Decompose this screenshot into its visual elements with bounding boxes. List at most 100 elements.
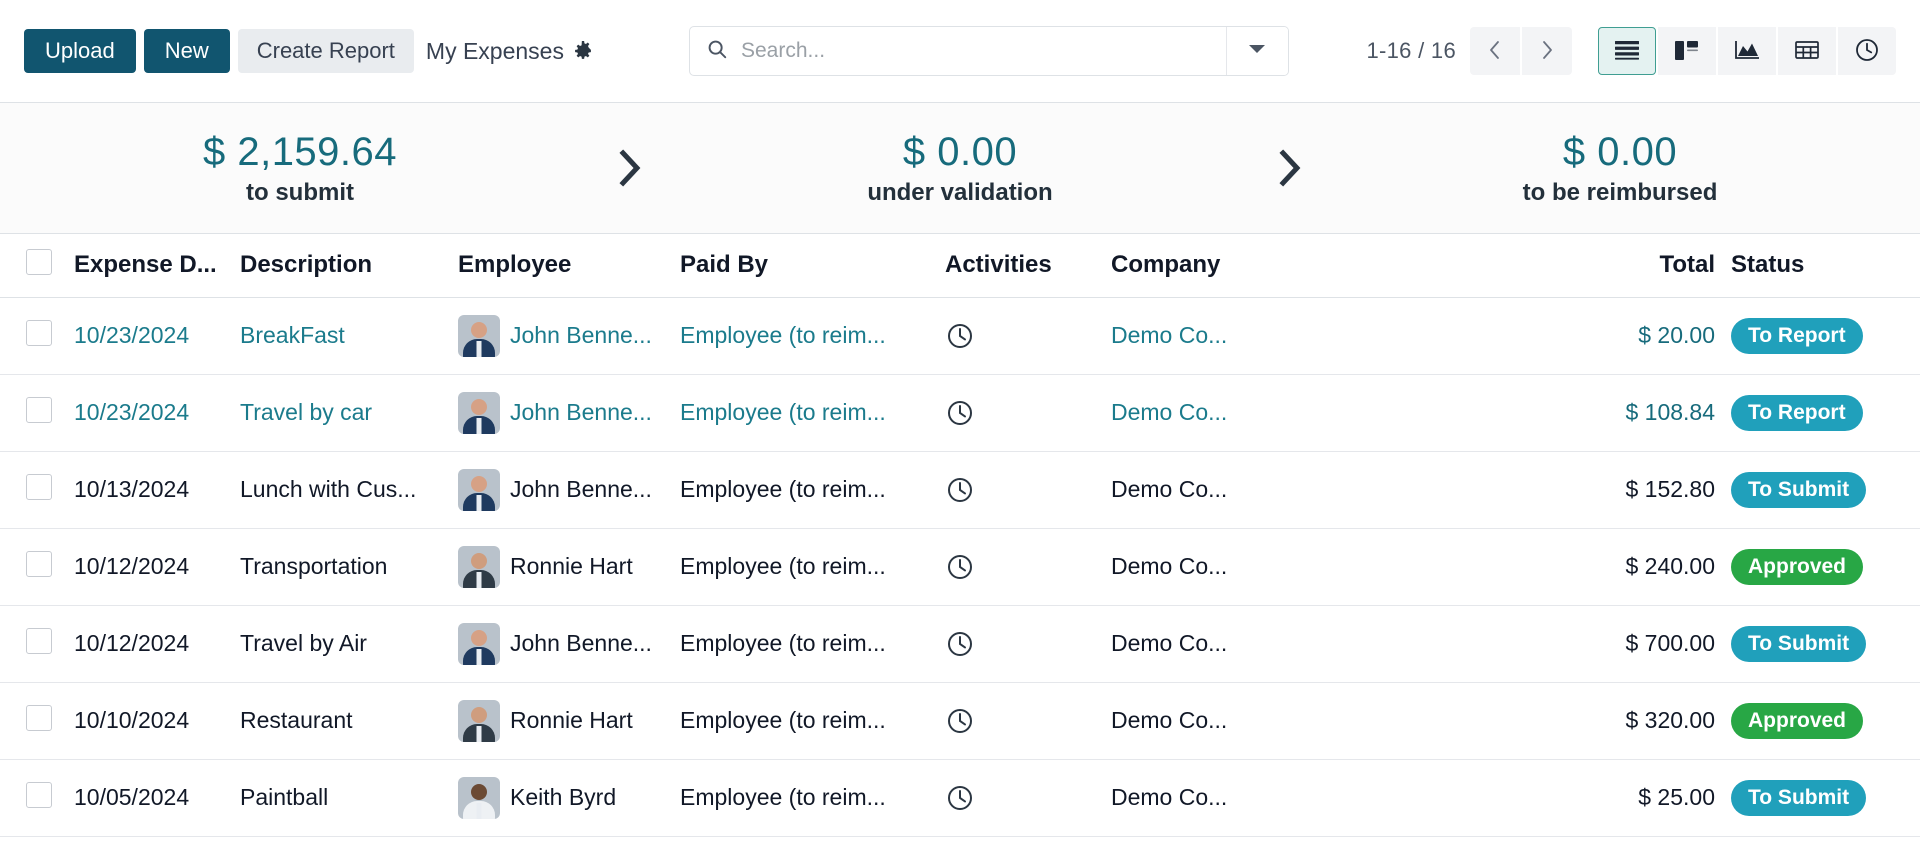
summary-to-be-reimbursed[interactable]: $ 0.00 to be reimbursed	[1320, 129, 1920, 207]
employee-name: Ronnie Hart	[510, 553, 633, 579]
table-body: 10/23/2024 BreakFast John Benne... Employee…	[0, 297, 1920, 837]
column-header-activities[interactable]: Activities	[937, 234, 1103, 298]
clock-icon[interactable]	[945, 552, 1095, 582]
cell-activities[interactable]	[937, 528, 1103, 606]
row-checkbox[interactable]	[26, 550, 52, 577]
cell-total: $ 108.84	[1533, 374, 1723, 452]
column-header-employee[interactable]: Employee	[450, 234, 672, 298]
search-icon	[706, 38, 728, 65]
search-bar[interactable]	[688, 26, 1289, 76]
row-select-cell	[0, 759, 66, 837]
cell-activities[interactable]	[937, 451, 1103, 529]
summary-amount: $ 2,159.64	[202, 130, 398, 174]
cell-description: Travel by Air	[232, 605, 450, 683]
upload-button[interactable]: Upload	[24, 29, 136, 73]
clock-icon[interactable]	[945, 629, 1095, 659]
status-badge: To Submit	[1731, 471, 1867, 508]
cell-total: $ 20.00	[1533, 297, 1723, 375]
toolbar-actions: Upload New Create Report	[24, 29, 414, 73]
cell-expense-date: 10/12/2024	[66, 605, 232, 683]
avatar	[458, 622, 500, 665]
cell-expense-date: 10/23/2024	[66, 374, 232, 452]
table-row[interactable]: 10/23/2024 Travel by car John Benne... Empl…	[0, 374, 1920, 452]
cell-employee: John Benne...	[450, 451, 672, 529]
status-badge: To Submit	[1731, 779, 1867, 816]
row-checkbox[interactable]	[26, 473, 52, 500]
column-header-description[interactable]: Description	[232, 234, 450, 298]
kanban-view-icon	[1674, 39, 1700, 64]
pivot-view-icon	[1794, 39, 1820, 64]
summary-label: to submit	[246, 179, 354, 206]
cell-activities[interactable]	[937, 605, 1103, 683]
cell-activities[interactable]	[937, 297, 1103, 375]
summary-to-submit[interactable]: $ 2,159.64 to submit	[0, 129, 600, 207]
chevron-left-icon	[1487, 38, 1503, 65]
cell-company: Demo Co...	[1103, 759, 1533, 837]
status-badge: To Report	[1731, 317, 1863, 354]
table-row[interactable]: 10/23/2024 BreakFast John Benne... Employee…	[0, 297, 1920, 375]
row-checkbox[interactable]	[26, 781, 52, 808]
cell-company: Demo Co...	[1103, 297, 1533, 375]
clock-icon[interactable]	[945, 398, 1095, 428]
table-row[interactable]: 10/10/2024 Restaurant Ronnie Hart Employee …	[0, 682, 1920, 760]
summary-amount: $ 0.00	[1562, 130, 1678, 174]
new-button[interactable]: New	[143, 29, 230, 73]
clock-icon[interactable]	[945, 321, 1095, 351]
page-title: My Expenses	[425, 37, 564, 64]
expense-list: Expense D... Description Employee Paid B…	[0, 234, 1920, 864]
employee-name: Keith Byrd	[510, 784, 617, 810]
view-button-kanban[interactable]	[1658, 27, 1716, 75]
row-checkbox[interactable]	[26, 627, 52, 654]
select-all-header	[0, 234, 66, 298]
column-header-paid-by[interactable]: Paid By	[672, 234, 937, 298]
view-button-pivot[interactable]	[1778, 27, 1836, 75]
control-panel-right: 1-16 / 16	[1366, 27, 1896, 75]
cell-description: BreakFast	[232, 297, 450, 375]
gear-icon[interactable]	[573, 41, 593, 61]
pager-next-button[interactable]	[1522, 27, 1572, 75]
summary-under-validation[interactable]: $ 0.00 under validation	[660, 129, 1260, 207]
table-row[interactable]: 10/05/2024 Paintball Keith Byrd Employee (t…	[0, 759, 1920, 837]
row-checkbox[interactable]	[26, 396, 52, 423]
cell-paid-by: Employee (to reim...	[672, 374, 937, 452]
create-report-button[interactable]: Create Report	[237, 29, 414, 73]
clock-icon[interactable]	[945, 783, 1095, 813]
search-field[interactable]	[690, 27, 1226, 75]
column-header-expense-date[interactable]: Expense D...	[66, 234, 232, 298]
cell-description: Restaurant	[232, 682, 450, 760]
pager-previous-button[interactable]	[1470, 27, 1520, 75]
cell-paid-by: Employee (to reim...	[672, 759, 937, 837]
graph-view-icon	[1734, 39, 1760, 64]
table-header-row: Expense D... Description Employee Paid B…	[0, 234, 1920, 298]
cell-paid-by: Employee (to reim...	[672, 682, 937, 760]
expense-table: Expense D... Description Employee Paid B…	[0, 234, 1920, 837]
cell-status: To Submit	[1723, 451, 1920, 529]
clock-icon[interactable]	[945, 706, 1095, 736]
column-header-company[interactable]: Company	[1103, 234, 1533, 298]
cell-activities[interactable]	[937, 374, 1103, 452]
table-row[interactable]: 10/12/2024 Transportation Ronnie Hart Emplo…	[0, 528, 1920, 606]
view-button-list[interactable]	[1598, 27, 1656, 75]
search-input[interactable]	[740, 39, 1210, 63]
table-row[interactable]: 10/13/2024 Lunch with Cus... John Benne...…	[0, 451, 1920, 529]
search-dropdown-toggle[interactable]	[1225, 27, 1288, 75]
cell-total: $ 320.00	[1533, 682, 1723, 760]
row-checkbox[interactable]	[26, 319, 52, 346]
column-header-status[interactable]: Status	[1723, 234, 1920, 298]
cell-activities[interactable]	[937, 682, 1103, 760]
row-select-cell	[0, 297, 66, 375]
clock-icon[interactable]	[945, 475, 1095, 505]
view-button-graph[interactable]	[1718, 27, 1776, 75]
column-header-total[interactable]: Total	[1533, 234, 1723, 298]
cell-employee: John Benne...	[450, 374, 672, 452]
cell-expense-date: 10/10/2024	[66, 682, 232, 760]
row-checkbox[interactable]	[26, 704, 52, 731]
summary-amount: $ 0.00	[902, 130, 1018, 174]
view-button-activity[interactable]	[1838, 27, 1896, 75]
cell-activities[interactable]	[937, 759, 1103, 837]
select-all-checkbox[interactable]	[26, 248, 52, 275]
cell-description: Lunch with Cus...	[232, 451, 450, 529]
cell-status: To Report	[1723, 297, 1920, 375]
table-row[interactable]: 10/12/2024 Travel by Air John Benne... Empl…	[0, 605, 1920, 683]
cell-paid-by: Employee (to reim...	[672, 297, 937, 375]
